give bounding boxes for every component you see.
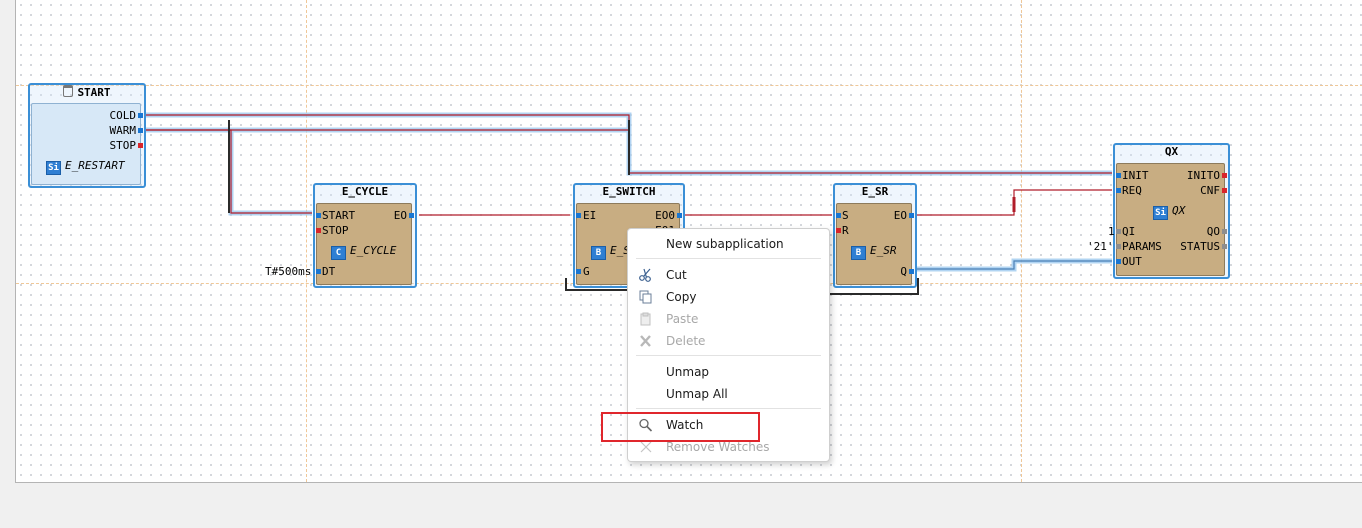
event-pin[interactable]: [576, 213, 581, 218]
data-pin[interactable]: [1222, 244, 1227, 249]
event-pin[interactable]: [836, 228, 841, 233]
fb-title: QX: [1164, 145, 1179, 158]
menu-separator: [636, 258, 821, 259]
menu-item-paste[interactable]: Paste: [628, 309, 829, 329]
event-pin[interactable]: [316, 228, 321, 233]
fb-type: B E_S: [591, 244, 630, 260]
event-pin[interactable]: [138, 113, 143, 118]
event-pin[interactable]: [1222, 188, 1227, 193]
fb-type: Si E_RESTART: [46, 159, 125, 175]
event-pin[interactable]: [1116, 173, 1121, 178]
qi-value[interactable]: 1: [1108, 225, 1115, 238]
service-badge-icon: Si: [46, 161, 61, 175]
data-pin[interactable]: [1116, 244, 1121, 249]
menu-item-cut[interactable]: Cut: [628, 265, 829, 285]
fb-e-sr[interactable]: E_SR S R EO Q B E_SR: [833, 183, 917, 288]
port-req[interactable]: REQ: [1122, 184, 1142, 197]
fb-type: B E_SR: [851, 244, 897, 260]
remove-watch-icon: [640, 441, 652, 453]
scissors-icon: [639, 268, 651, 282]
menu-item-unmap[interactable]: Unmap: [628, 362, 829, 382]
bottom-panel: [0, 483, 1362, 528]
lock-icon: [63, 85, 74, 97]
event-pin[interactable]: [138, 143, 143, 148]
port-start[interactable]: START: [322, 209, 355, 222]
port-out[interactable]: OUT: [1122, 255, 1142, 268]
data-pin[interactable]: [1116, 229, 1121, 234]
fb-start[interactable]: START COLD WARM STOP Si E_RESTART: [28, 83, 146, 188]
port-s[interactable]: S: [842, 209, 849, 222]
port-warm[interactable]: WARM: [110, 124, 137, 137]
port-eo[interactable]: EO: [894, 209, 907, 222]
data-pin[interactable]: [909, 269, 914, 274]
fb-title: E_SR: [861, 185, 889, 198]
menu-item-watch[interactable]: Watch: [628, 415, 829, 435]
event-pin[interactable]: [316, 213, 321, 218]
data-pin[interactable]: [576, 269, 581, 274]
basic-badge-icon: B: [591, 246, 606, 260]
port-eo[interactable]: EO: [394, 209, 407, 222]
menu-separator: [636, 408, 821, 409]
dt-value[interactable]: T#500ms: [265, 265, 311, 278]
params-value[interactable]: '21': [1087, 240, 1114, 253]
port-params[interactable]: PARAMS: [1122, 240, 1162, 253]
event-pin[interactable]: [909, 213, 914, 218]
port-g[interactable]: G: [583, 265, 590, 278]
event-pin[interactable]: [1116, 188, 1121, 193]
paste-icon: [640, 312, 651, 326]
delete-icon: [640, 335, 651, 347]
menu-item-remove-watches[interactable]: Remove Watches: [628, 437, 829, 457]
port-stop[interactable]: STOP: [110, 139, 137, 152]
port-q[interactable]: Q: [900, 265, 907, 278]
event-pin[interactable]: [836, 213, 841, 218]
data-pin[interactable]: [1116, 259, 1121, 264]
fb-e-cycle[interactable]: E_CYCLE START STOP DT EO C E_CYCLE: [313, 183, 417, 288]
port-cnf[interactable]: CNF: [1200, 184, 1220, 197]
service-badge-icon: Si: [1153, 206, 1168, 220]
port-dt[interactable]: DT: [322, 265, 335, 278]
fb-title: START: [28, 85, 146, 99]
composite-badge-icon: C: [331, 246, 346, 260]
menu-item-delete[interactable]: Delete: [628, 331, 829, 351]
fb-qx[interactable]: QX INIT REQ QI PARAMS OUT INITO CNF QO S…: [1113, 143, 1230, 279]
data-pin[interactable]: [1222, 229, 1227, 234]
page-break-line: [16, 85, 1362, 86]
port-init[interactable]: INIT: [1122, 169, 1149, 182]
port-ei[interactable]: EI: [583, 209, 596, 222]
menu-item-copy[interactable]: Copy: [628, 287, 829, 307]
magnifier-icon: [639, 418, 653, 432]
fb-title: E_SWITCH: [602, 185, 656, 198]
event-pin[interactable]: [677, 213, 682, 218]
event-pin[interactable]: [1222, 173, 1227, 178]
copy-icon: [639, 290, 652, 304]
event-pin[interactable]: [409, 213, 414, 218]
page-break-line: [1021, 0, 1022, 482]
fb-type: C E_CYCLE: [331, 244, 396, 260]
port-r[interactable]: R: [842, 224, 849, 237]
port-inito[interactable]: INITO: [1187, 169, 1220, 182]
port-stop[interactable]: STOP: [322, 224, 349, 237]
page-break-line: [306, 0, 307, 482]
menu-separator: [636, 355, 821, 356]
port-status[interactable]: STATUS: [1180, 240, 1220, 253]
menu-item-new-subapplication[interactable]: New subapplication: [628, 234, 829, 254]
menu-item-unmap-all[interactable]: Unmap All: [628, 384, 829, 404]
fb-type: Si QX: [1153, 204, 1185, 220]
port-qi[interactable]: QI: [1122, 225, 1135, 238]
fb-title: E_CYCLE: [341, 185, 389, 198]
context-menu: New subapplication Cut Copy Paste Delete…: [627, 228, 830, 462]
data-pin[interactable]: [316, 269, 321, 274]
event-pin[interactable]: [138, 128, 143, 133]
port-cold[interactable]: COLD: [110, 109, 137, 122]
port-qo[interactable]: QO: [1207, 225, 1220, 238]
basic-badge-icon: B: [851, 246, 866, 260]
port-eo0[interactable]: EO0: [655, 209, 675, 222]
